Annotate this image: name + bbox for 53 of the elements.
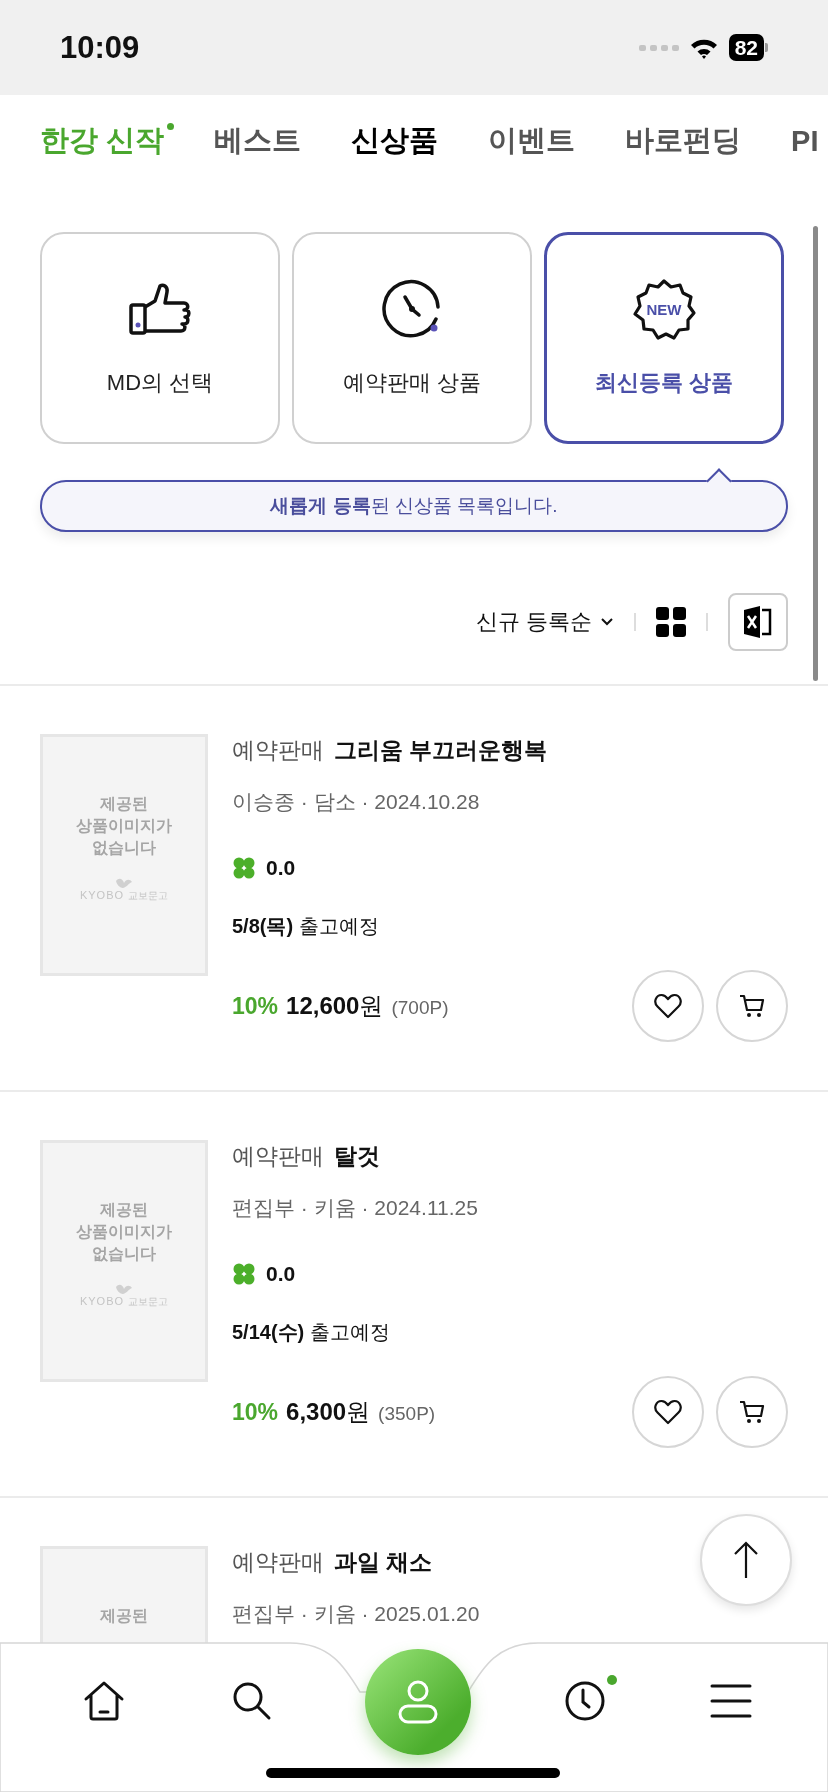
release-date: 5/14(수) 출고예정 — [232, 1320, 390, 1345]
presale-tag: 예약판매 — [232, 1546, 324, 1578]
sort-dropdown[interactable]: 신규 등록순 — [475, 607, 614, 637]
clover-icon — [232, 1262, 256, 1286]
reward-points: (350P) — [378, 1403, 436, 1425]
chevron-down-icon — [600, 617, 614, 627]
tooltip-text: 새롭게 등록된 신상품 목록입니다. — [270, 494, 558, 518]
arrow-up-icon — [732, 1540, 760, 1580]
menu-icon — [710, 1683, 752, 1719]
cart-icon — [738, 1398, 766, 1426]
category-card[interactable]: NEW 최신등록 상품 — [544, 232, 784, 444]
discount-rate: 10% — [232, 993, 279, 1020]
rating-score: 0.0 — [266, 856, 296, 880]
category-tab[interactable]: 베스트 — [214, 121, 302, 161]
price: 6,300원 — [286, 1397, 371, 1427]
no-image-text: 제공된 — [100, 1606, 148, 1626]
clover-icon — [232, 856, 256, 880]
book-meta: 이승종 · 담소 · 2024.10.28 — [232, 789, 480, 815]
category-tab[interactable]: 신상품 — [351, 121, 439, 161]
rating-score: 0.0 — [266, 1262, 296, 1286]
discount-rate: 10% — [232, 1399, 279, 1426]
grid-view-icon[interactable] — [656, 607, 686, 637]
book-title[interactable]: 그리움 부끄러운행복 — [334, 734, 548, 766]
book-title[interactable]: 과일 채소 — [334, 1546, 433, 1578]
battery-level: 82 — [728, 34, 764, 61]
price: 12,600원 — [286, 991, 384, 1021]
bird-logo-icon — [115, 1283, 133, 1295]
my-page-button[interactable] — [365, 1649, 471, 1755]
new-badge-icon: NEW — [631, 278, 697, 342]
presale-tag: 예약판매 — [232, 1140, 324, 1172]
heart-icon — [654, 1399, 682, 1425]
category-card[interactable]: MD의 선택 — [40, 232, 280, 444]
category-tab[interactable]: PI — [791, 124, 819, 158]
book-title[interactable]: 탈것 — [334, 1140, 380, 1172]
category-tab[interactable]: 바로펀딩 — [625, 121, 742, 161]
home-icon — [82, 1679, 126, 1723]
signal-icon — [638, 42, 679, 53]
category-tab[interactable]: 이벤트 — [488, 121, 576, 161]
status-time: 10:09 — [60, 29, 140, 66]
excel-download-button[interactable] — [728, 593, 788, 651]
book-meta: 편집부 · 키움 · 2024.11.25 — [232, 1195, 478, 1221]
category-card[interactable]: 예약판매 상품 — [292, 232, 532, 444]
book-meta: 편집부 · 키움 · 2025.01.20 — [232, 1601, 480, 1627]
bird-logo-icon — [115, 877, 133, 889]
heart-icon — [654, 993, 682, 1019]
person-icon — [396, 1678, 440, 1726]
cart-icon — [738, 992, 766, 1020]
excel-icon — [744, 606, 772, 638]
release-date: 5/8(목) 출고예정 — [232, 914, 379, 939]
no-image-text: 제공된 상품이미지가 없습니다 — [76, 794, 172, 858]
presale-tag: 예약판매 — [232, 734, 324, 766]
reward-points: (700P) — [391, 997, 449, 1019]
no-image-text: 제공된 상품이미지가 없습니다 — [76, 1200, 172, 1264]
